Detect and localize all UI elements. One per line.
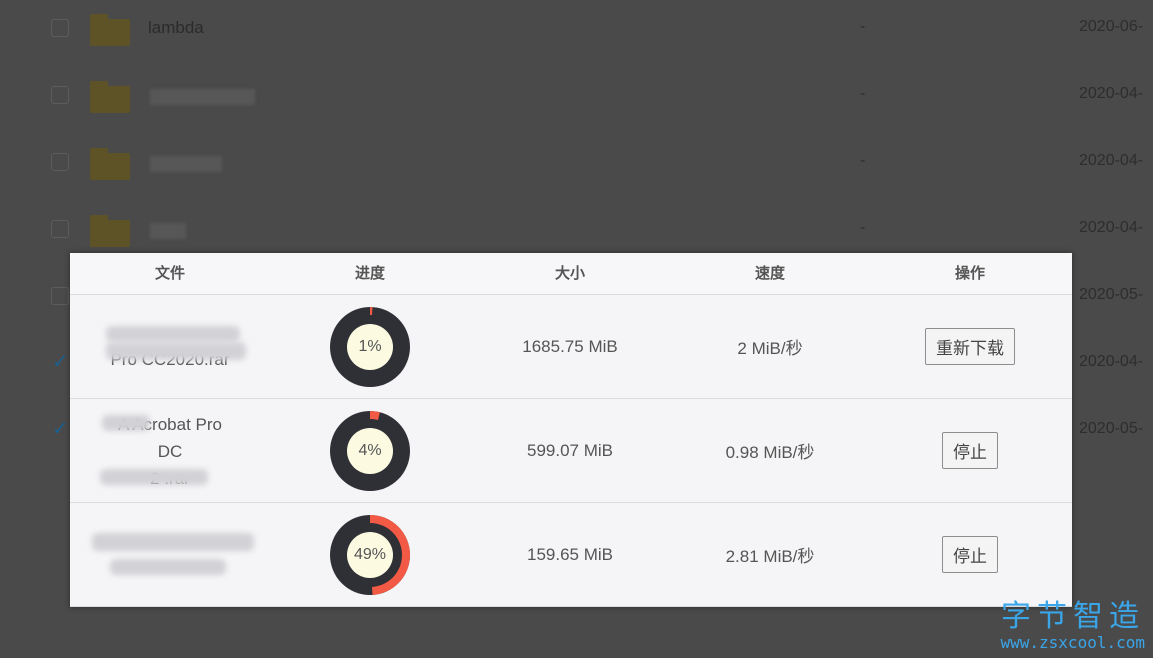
- file-date: 2020-04-: [1079, 85, 1144, 102]
- watermark-url: www.zsxcool.com: [1000, 633, 1146, 652]
- folder-icon: [90, 215, 130, 247]
- redacted-name: [92, 533, 254, 551]
- list-item[interactable]: lambda - 2020-06-: [0, 0, 1153, 67]
- action-cell: 重新下载: [870, 295, 1070, 398]
- file-name-line: DC: [157, 442, 183, 461]
- row-checkbox[interactable]: [51, 153, 69, 171]
- row-checkbox[interactable]: [51, 220, 69, 238]
- row-checkbox[interactable]: [51, 86, 69, 104]
- redacted-name: [106, 342, 246, 360]
- stop-button[interactable]: 停止: [942, 536, 998, 573]
- header-action: 操作: [954, 265, 985, 282]
- file-size: -: [860, 85, 866, 102]
- size-cell: 1685.75 MiB: [522, 336, 618, 356]
- redacted-name: [110, 559, 226, 575]
- header-speed: 速度: [754, 265, 785, 282]
- checkmark-icon[interactable]: ✓: [52, 416, 69, 441]
- progress-donut: 49%: [329, 514, 411, 596]
- action-cell: 停止: [870, 503, 1070, 606]
- table-row: A Acrobat Pro DC 2 .rar 4% 599.07 MiB 0.…: [70, 399, 1072, 503]
- speed-cell: 2 MiB/秒: [737, 339, 803, 358]
- table-row: 49% 159.65 MiB 2.81 MiB/秒 停止: [70, 503, 1072, 607]
- redacted-name: [102, 415, 150, 431]
- file-cell: A Acrobat Pro DC 2 .rar: [70, 399, 270, 502]
- redacted-name: [150, 156, 222, 172]
- progress-cell: 4%: [270, 399, 470, 502]
- watermark-title: 字节智造: [1001, 599, 1145, 634]
- progress-cell: 49%: [270, 503, 470, 606]
- checkmark-icon[interactable]: ✓: [52, 349, 69, 374]
- header-progress: 进度: [354, 265, 385, 282]
- file-date: 2020-05-: [1079, 420, 1144, 437]
- row-checkbox[interactable]: [51, 287, 69, 305]
- redownload-button[interactable]: 重新下载: [925, 328, 1015, 365]
- folder-icon: [90, 81, 130, 113]
- size-cell: 159.65 MiB: [527, 544, 613, 564]
- redacted-name: [100, 469, 208, 485]
- size-cell: 599.07 MiB: [527, 440, 613, 460]
- progress-label: 4%: [358, 441, 382, 459]
- action-cell: 停止: [870, 399, 1070, 502]
- file-date: 2020-05-: [1079, 286, 1144, 303]
- file-size: -: [860, 18, 866, 35]
- redacted-name: [150, 223, 186, 239]
- file-date: 2020-06-: [1079, 18, 1144, 35]
- speed-cell: 2.81 MiB/秒: [725, 547, 815, 566]
- watermark: 字节智造 www.zsxcool.com: [1001, 600, 1146, 652]
- file-cell: [70, 503, 270, 606]
- list-item[interactable]: - 2020-04-: [0, 67, 1153, 134]
- progress-donut: 1%: [329, 306, 411, 388]
- redacted-name: [150, 89, 255, 105]
- row-checkbox[interactable]: [51, 19, 69, 37]
- table-row: Pro CC2020.rar 1% 1685.75 MiB 2 MiB/秒 重新…: [70, 295, 1072, 399]
- progress-donut: 4%: [329, 410, 411, 492]
- file-cell: Pro CC2020.rar: [70, 295, 270, 398]
- folder-icon: [90, 148, 130, 180]
- file-date: 2020-04-: [1079, 353, 1144, 370]
- table-header: 文件 进度 大小 速度 操作: [70, 253, 1072, 295]
- file-name: lambda: [148, 18, 204, 37]
- header-size: 大小: [554, 265, 585, 282]
- folder-icon: [90, 14, 130, 46]
- progress-label: 1%: [358, 337, 382, 355]
- file-size: -: [860, 219, 866, 236]
- file-date: 2020-04-: [1079, 219, 1144, 236]
- redacted-name: [106, 326, 240, 342]
- speed-cell: 0.98 MiB/秒: [725, 443, 815, 462]
- list-item[interactable]: - 2020-04-: [0, 134, 1153, 201]
- progress-label: 49%: [353, 545, 387, 563]
- file-name-line: A Acrobat Pro: [118, 415, 222, 434]
- file-size: -: [860, 152, 866, 169]
- download-tasks-dialog: 文件 进度 大小 速度 操作 Pro CC2020.rar 1% 1685.75…: [70, 253, 1072, 607]
- stop-button[interactable]: 停止: [942, 432, 998, 469]
- progress-cell: 1%: [270, 295, 470, 398]
- file-date: 2020-04-: [1079, 152, 1144, 169]
- header-file: 文件: [154, 265, 185, 282]
